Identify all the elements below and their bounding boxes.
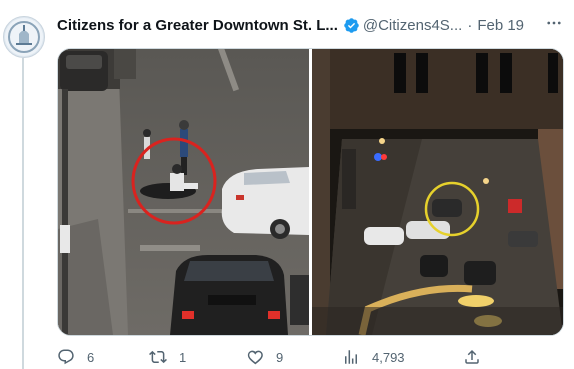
like-count: 9	[276, 349, 284, 365]
tweet-actions: 6 1 9 4,793	[57, 346, 562, 368]
verified-badge-icon	[344, 17, 359, 33]
thread-line	[22, 58, 24, 369]
tweet-header: Citizens for a Greater Downtown St. L...…	[57, 14, 574, 36]
heart-icon	[247, 350, 263, 365]
author-handle[interactable]: @Citizens4S...	[363, 17, 462, 34]
views-button[interactable]: 4,793	[342, 346, 405, 368]
tweet-media	[57, 48, 564, 336]
reply-count: 6	[87, 349, 95, 365]
header-separator: ·	[467, 16, 473, 34]
retweet-button[interactable]: 1	[149, 346, 186, 368]
share-button[interactable]	[463, 346, 481, 368]
retweet-count: 1	[179, 349, 187, 365]
reply-icon	[58, 349, 74, 365]
photo-right[interactable]	[312, 49, 563, 335]
more-options-icon[interactable]	[544, 10, 564, 36]
reply-button[interactable]: 6	[57, 346, 94, 368]
tweet-date[interactable]: Feb 19	[477, 17, 524, 34]
avatar[interactable]	[3, 16, 45, 58]
photo-left[interactable]	[58, 49, 309, 335]
like-button[interactable]: 9	[246, 346, 283, 368]
city-logo-icon	[5, 18, 43, 56]
author-name[interactable]: Citizens for a Greater Downtown St. L...	[57, 17, 338, 34]
views-chart-icon	[345, 350, 357, 364]
share-icon	[465, 349, 479, 364]
views-count: 4,793	[372, 349, 405, 365]
retweet-icon	[149, 350, 167, 364]
